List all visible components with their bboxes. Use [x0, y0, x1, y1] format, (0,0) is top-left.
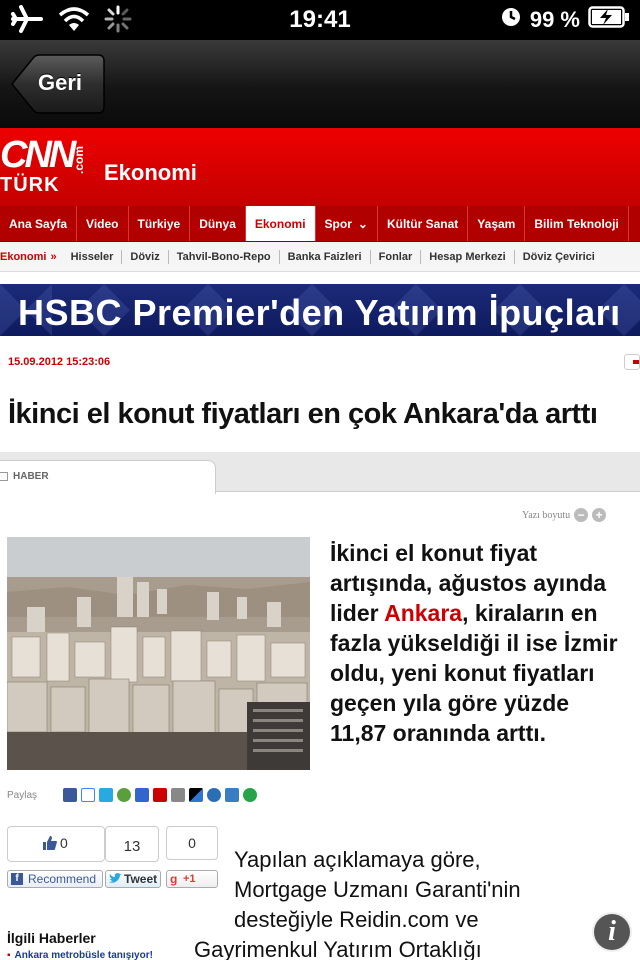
navigation-bar: Geri [0, 40, 640, 128]
facebook-count-box: 0 [7, 826, 105, 862]
back-button-label: Geri [38, 70, 83, 95]
article-lead: İkinci el konut fiyat artışında, ağustos… [330, 540, 618, 746]
menu-item-dunya[interactable]: Dünya [190, 206, 246, 241]
battery-percentage: 99 % [529, 7, 580, 32]
facebook-share-icon[interactable] [63, 788, 78, 802]
tweet-count-box: 13 [105, 826, 159, 862]
myspace-share-icon[interactable] [225, 788, 240, 802]
facebook-recommend-button[interactable]: f Recommend [7, 870, 103, 888]
article-body: Yapılan açıklamaya göre, Mortgage Uzmanı… [194, 847, 521, 960]
section-title: Ekonomi [104, 160, 197, 185]
facebook-count: 0 [60, 835, 68, 851]
submenu-hisseler[interactable]: Hisseler [63, 249, 123, 264]
menu-item-bilim-teknoloji[interactable]: Bilim Teknoloji [525, 206, 629, 241]
ff-share-icon[interactable] [135, 788, 150, 802]
cityscape-image [7, 537, 310, 770]
submenu-tahvil-bono-repo[interactable]: Tahvil-Bono-Repo [169, 249, 280, 264]
facebook-icon: f [11, 873, 23, 885]
article-tab-strip: HABER [0, 452, 640, 494]
breadcrumb-ekonomi[interactable]: Ekonomi [0, 251, 50, 263]
google-share-icon[interactable] [81, 788, 96, 802]
share-label: Paylaş [7, 789, 38, 801]
menu-item-ana-sayfa[interactable]: Ana Sayfa [0, 206, 78, 241]
share-bar: Paylaş [7, 788, 258, 802]
main-menu: Ana Sayfa Video Türkiye Dünya Ekonomi Sp… [0, 206, 640, 242]
thumbs-up-icon [43, 836, 57, 850]
google-g-icon: g [170, 872, 178, 886]
site-header: CNN TÜRK .com Ekonomi [0, 128, 640, 206]
cnnturk-logo[interactable]: CNN TÜRK .com [0, 134, 90, 200]
submenu-doviz[interactable]: Döviz [122, 249, 169, 264]
submenu-fonlar[interactable]: Fonlar [371, 249, 422, 264]
chevron-down-icon: ⌄ [357, 216, 368, 231]
tab-haber-label: HABER [13, 471, 49, 482]
font-decrease-button[interactable]: − [574, 508, 589, 522]
font-increase-button[interactable]: + [592, 508, 607, 522]
banner-text: HSBC Premier'den Yatırım İpuçları [18, 292, 621, 333]
submenu-banka-faizleri[interactable]: Banka Faizleri [280, 249, 371, 264]
logo-com-text: .com [72, 145, 86, 174]
font-size-label: Yazı boyutu [522, 509, 571, 521]
menu-item-yasam[interactable]: Yaşam [468, 206, 526, 241]
tweet-count: 13 [123, 838, 141, 855]
friendfeed-share-icon[interactable] [117, 788, 132, 802]
submenu-doviz-cevirici[interactable]: Döviz Çevirici [515, 250, 603, 264]
submenu-hesap-merkezi[interactable]: Hesap Merkezi [421, 249, 515, 264]
battery-charging-icon [588, 6, 630, 34]
breadcrumb-separator: » [50, 250, 57, 263]
menu-item-spor[interactable]: Spor ⌄ [316, 206, 378, 241]
menu-item-ekonomi[interactable]: Ekonomi [245, 206, 316, 241]
tab-haber[interactable]: HABER [0, 460, 216, 494]
ankara-link[interactable]: Ankara [384, 600, 462, 626]
related-news-title: İlgili Haberler [7, 930, 96, 946]
twitter-share-icon[interactable] [99, 788, 114, 802]
delicious-share-icon[interactable] [189, 788, 204, 802]
sub-menu: Ekonomi » Hisseler Döviz Tahvil-Bono-Rep… [0, 242, 640, 272]
status-bar: 19:41 99 % [0, 0, 640, 40]
article-date: 15.09.2012 15:23:06 [8, 356, 111, 368]
advertisement-banner[interactable]: HSBC Premier'den Yatırım İpuçları [0, 284, 640, 336]
logo-turk-text: TÜRK [0, 174, 60, 196]
alarm-clock-icon [500, 6, 522, 34]
article-headline: İkinci el konut fiyatları en çok Ankara'… [8, 398, 598, 430]
twitter-bird-icon [109, 873, 122, 883]
document-icon [0, 472, 8, 481]
grid-share-icon[interactable] [171, 788, 186, 802]
logo-cnn-text: CNN [0, 134, 76, 176]
mynet-share-icon[interactable] [153, 788, 168, 802]
menu-item-video[interactable]: Video [77, 206, 129, 241]
back-button[interactable]: Geri [10, 54, 106, 114]
stumbleupon-share-icon[interactable] [243, 788, 258, 802]
article-photo [7, 537, 310, 770]
related-news-item[interactable]: Ankara metrobüsle tanışıyor! [7, 950, 153, 960]
menu-item-turkiye[interactable]: Türkiye [129, 206, 191, 241]
print-icon[interactable] [624, 354, 640, 370]
digg-share-icon[interactable] [207, 788, 222, 802]
font-size-control: Yazı boyutu − + [522, 508, 607, 522]
info-icon[interactable]: i [594, 914, 630, 950]
tweet-button[interactable]: Tweet [105, 870, 161, 888]
menu-item-kultur-sanat[interactable]: Kültür Sanat [378, 206, 469, 241]
